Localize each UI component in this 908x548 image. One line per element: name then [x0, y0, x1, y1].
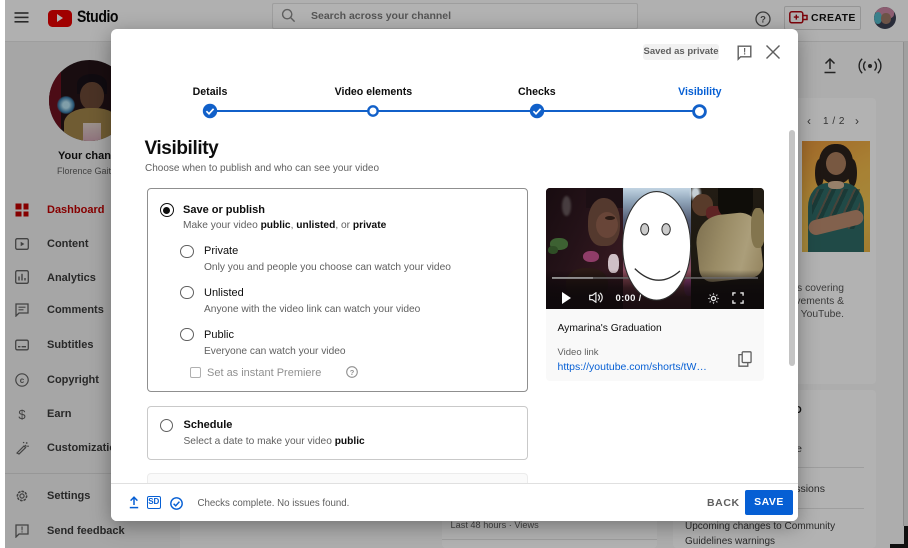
svg-text:!: !	[743, 46, 746, 56]
svg-text:?: ?	[349, 367, 354, 376]
